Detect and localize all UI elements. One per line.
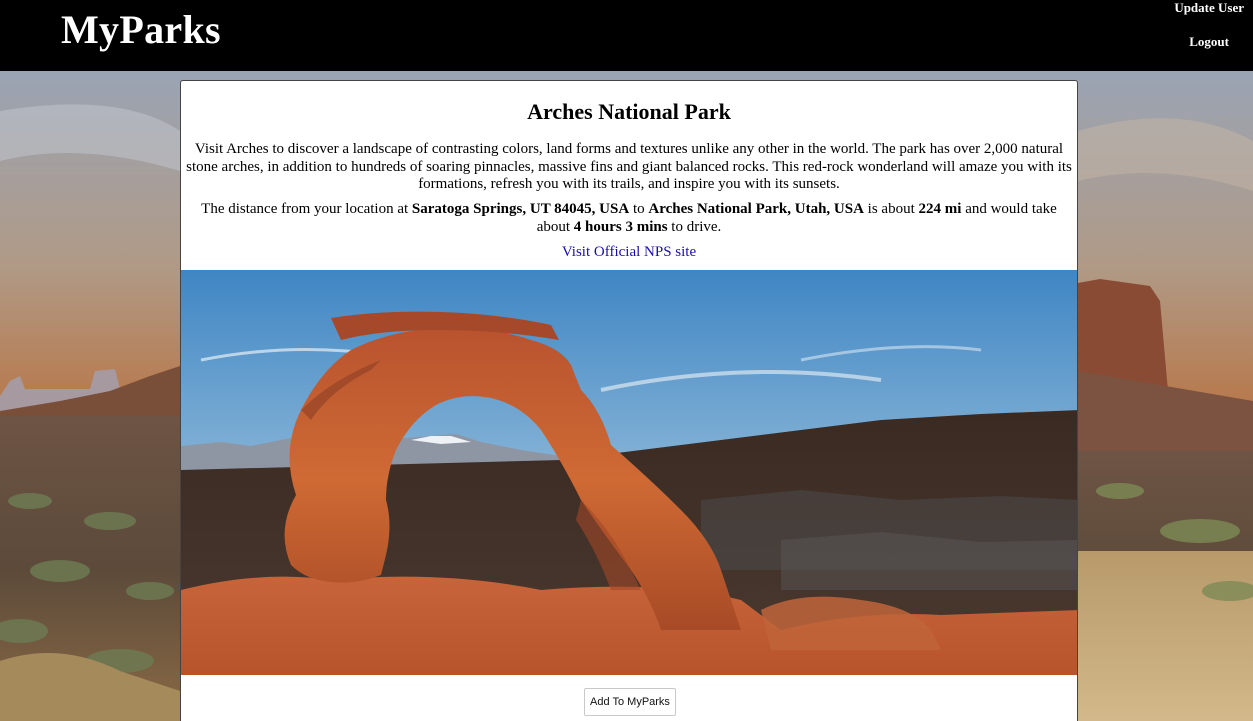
park-description: Visit Arches to discover a landscape of … <box>186 141 1072 192</box>
nps-site-link[interactable]: Visit Official NPS site <box>181 244 1077 261</box>
logout-link[interactable]: Logout <box>1189 34 1229 50</box>
park-photo <box>181 270 1077 675</box>
distance-info: The distance from your location at Sarat… <box>201 201 1057 235</box>
distance-miles: 224 mi <box>918 201 962 217</box>
update-user-link[interactable]: Update User <box>1174 0 1244 16</box>
origin-location: Saratoga Springs, UT 84045, USA <box>411 201 630 217</box>
park-title: Arches National Park <box>527 99 731 124</box>
brand-logo[interactable]: MyParks <box>61 6 221 53</box>
destination-location: Arches National Park, Utah, USA <box>648 201 864 217</box>
drive-duration: 4 hours 3 mins <box>573 218 668 235</box>
top-navbar: MyParks Update User Logout <box>0 0 1253 71</box>
add-to-myparks-button[interactable]: Add To MyParks <box>584 688 676 716</box>
park-card: Arches National Park Visit Arches to dis… <box>180 80 1078 721</box>
